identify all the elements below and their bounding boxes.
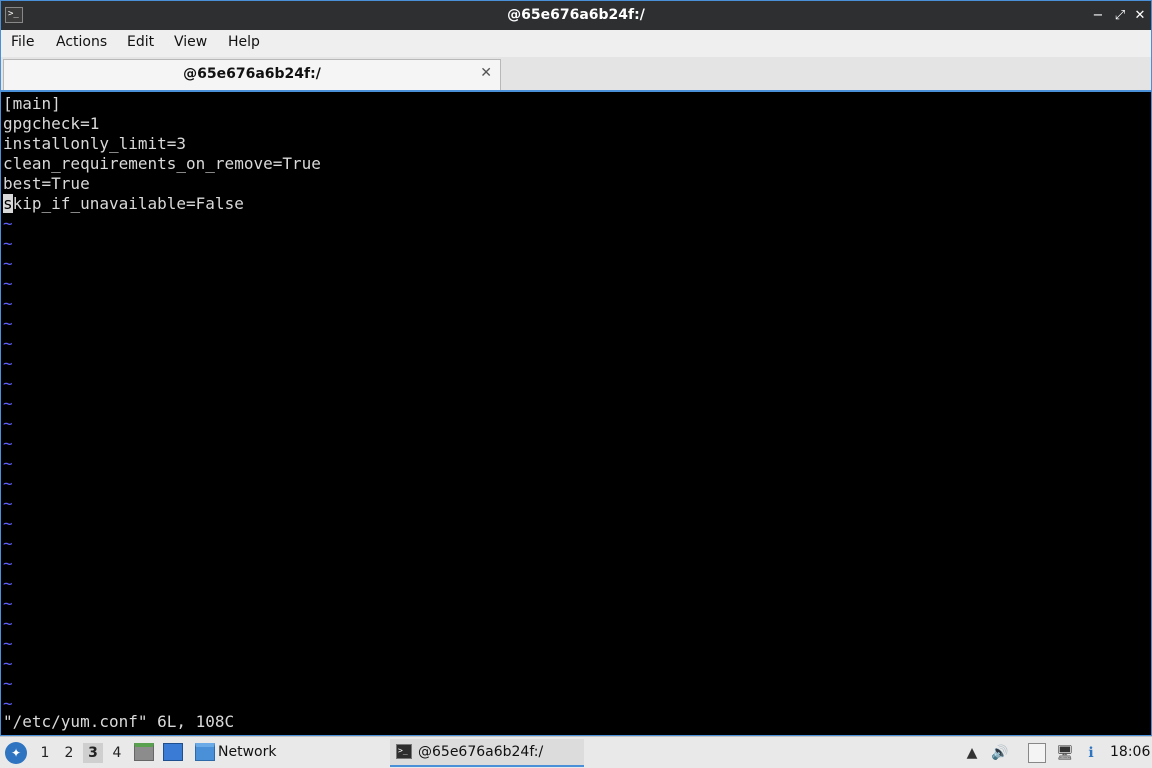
vim-tilde-line: ~ xyxy=(3,614,13,633)
menu-actions[interactable]: Actions xyxy=(56,34,107,50)
vim-tilde-line: ~ xyxy=(3,314,13,333)
menu-help[interactable]: Help xyxy=(228,34,260,50)
workspace-4[interactable]: 4 xyxy=(107,743,127,763)
taskbar-task-terminal[interactable]: >_ @65e676a6b24f:/ xyxy=(390,739,584,767)
vim-tilde-line: ~ xyxy=(3,274,13,293)
maximize-button[interactable]: ⤢ xyxy=(1111,7,1129,25)
vim-tilde-line: ~ xyxy=(3,214,13,233)
tab-bar: @65e676a6b24f:/ ✕ xyxy=(0,57,1152,90)
vim-tilde-line: ~ xyxy=(3,234,13,253)
vim-tilde-line: ~ xyxy=(3,514,13,533)
terminal-line: [main] xyxy=(3,94,61,113)
vim-status-line: "/etc/yum.conf" 6L, 108C xyxy=(3,712,235,731)
tray-up-arrow-icon[interactable]: ▲ xyxy=(962,743,982,763)
window-title: @65e676a6b24f:/ xyxy=(507,7,645,23)
vim-tilde-line: ~ xyxy=(3,534,13,553)
folder-icon[interactable] xyxy=(195,743,215,761)
vim-tilde-line: ~ xyxy=(3,654,13,673)
terminal-line: clean_requirements_on_remove=True xyxy=(3,154,321,173)
vim-tilde-line: ~ xyxy=(3,294,13,313)
clipboard-icon[interactable] xyxy=(1028,743,1046,763)
terminal-view[interactable]: [main] gpgcheck=1 installonly_limit=3 cl… xyxy=(0,90,1152,736)
terminal-line-rest: kip_if_unavailable=False xyxy=(12,194,244,213)
vim-tilde-line: ~ xyxy=(3,554,13,573)
update-notifier-icon[interactable]: ℹ xyxy=(1081,743,1101,763)
taskbar: ✦ 1 2 3 4 Network >_ @65e676a6b24f:/ ▲ 🔊… xyxy=(0,736,1152,768)
file-manager-icon[interactable] xyxy=(134,743,154,761)
vim-tilde-line: ~ xyxy=(3,374,13,393)
vim-tilde-line: ~ xyxy=(3,354,13,373)
clock: 18:06 xyxy=(1110,744,1151,760)
network-folder-label[interactable]: Network xyxy=(218,744,276,760)
window-titlebar[interactable]: >_ @65e676a6b24f:/ − ⤢ ✕ xyxy=(0,0,1152,30)
vim-tilde-line: ~ xyxy=(3,414,13,433)
workspace-3[interactable]: 3 xyxy=(83,743,103,763)
vim-tilde-line: ~ xyxy=(3,494,13,513)
menu-view[interactable]: View xyxy=(174,34,207,50)
terminal-line: gpgcheck=1 xyxy=(3,114,100,133)
start-menu-icon[interactable]: ✦ xyxy=(5,742,27,764)
vim-tilde-line: ~ xyxy=(3,694,13,713)
close-button[interactable]: ✕ xyxy=(1131,7,1149,25)
terminal-line: best=True xyxy=(3,174,90,193)
vim-tilde-line: ~ xyxy=(3,254,13,273)
tab-terminal[interactable]: @65e676a6b24f:/ ✕ xyxy=(3,59,501,90)
vim-tilde-line: ~ xyxy=(3,454,13,473)
vim-tilde-line: ~ xyxy=(3,634,13,653)
terminal-icon: >_ xyxy=(396,744,412,759)
task-label: @65e676a6b24f:/ xyxy=(418,744,544,760)
vim-tilde-line: ~ xyxy=(3,334,13,353)
vim-tilde-line: ~ xyxy=(3,574,13,593)
tab-label: @65e676a6b24f:/ xyxy=(183,66,321,82)
vim-tilde-line: ~ xyxy=(3,394,13,413)
vim-tilde-line: ~ xyxy=(3,594,13,613)
volume-icon[interactable]: 🔊 xyxy=(990,743,1010,763)
vim-tilde-line: ~ xyxy=(3,434,13,453)
minimize-button[interactable]: − xyxy=(1089,7,1107,25)
terminal-line-cursor: skip_if_unavailable=False xyxy=(3,194,244,214)
menu-edit[interactable]: Edit xyxy=(127,34,154,50)
terminal-line: installonly_limit=3 xyxy=(3,134,187,153)
network-status-icon[interactable]: 🖥 xyxy=(1055,743,1075,763)
menu-file[interactable]: File xyxy=(11,34,34,50)
vim-tilde-line: ~ xyxy=(3,474,13,493)
menu-bar: File Actions Edit View Help xyxy=(0,30,1152,57)
tab-close-icon[interactable]: ✕ xyxy=(480,65,492,81)
text-cursor: s xyxy=(3,194,13,213)
show-desktop-icon[interactable] xyxy=(163,743,183,761)
workspace-1[interactable]: 1 xyxy=(35,743,55,763)
workspace-2[interactable]: 2 xyxy=(59,743,79,763)
vim-tilde-line: ~ xyxy=(3,674,13,693)
